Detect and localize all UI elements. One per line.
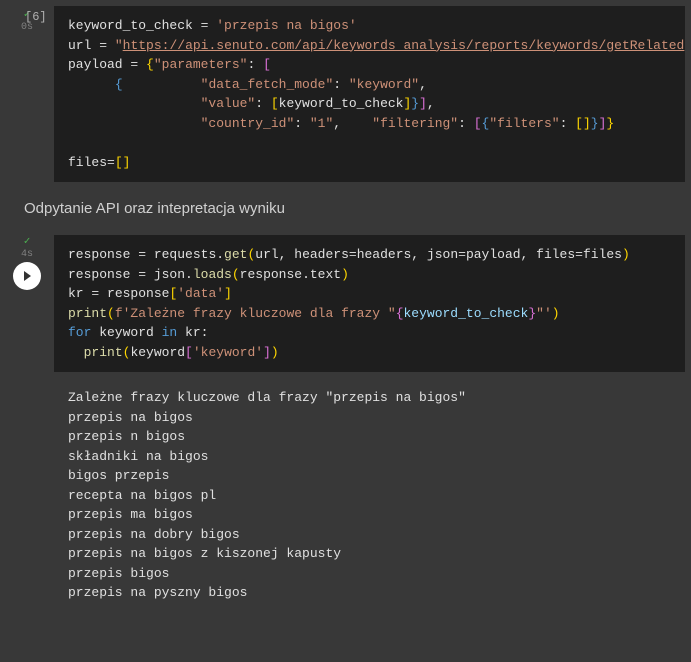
cell-gutter: ✓ 4s xyxy=(0,229,54,378)
cell-output: Zależne frazy kluczowe dla frazy "przepi… xyxy=(54,378,691,613)
code-cell-2: ✓ 4s response = requests.get(url, header… xyxy=(0,229,691,613)
code-editor[interactable]: response = requests.get(url, headers=hea… xyxy=(54,235,685,372)
code-cell-1: ✓ 0s [6] keyword_to_check = 'przepis na … xyxy=(0,0,691,188)
cell-gutter: ✓ 0s [6] xyxy=(0,0,54,188)
execution-time: 4s xyxy=(21,249,33,260)
section-heading: Odpytanie API oraz intepretacja wyniku xyxy=(0,188,691,229)
code-editor[interactable]: keyword_to_check = 'przepis na bigos' ur… xyxy=(54,6,685,182)
run-cell-button[interactable] xyxy=(13,262,41,290)
execution-count: [6] xyxy=(25,10,47,24)
check-icon: ✓ xyxy=(24,237,31,248)
